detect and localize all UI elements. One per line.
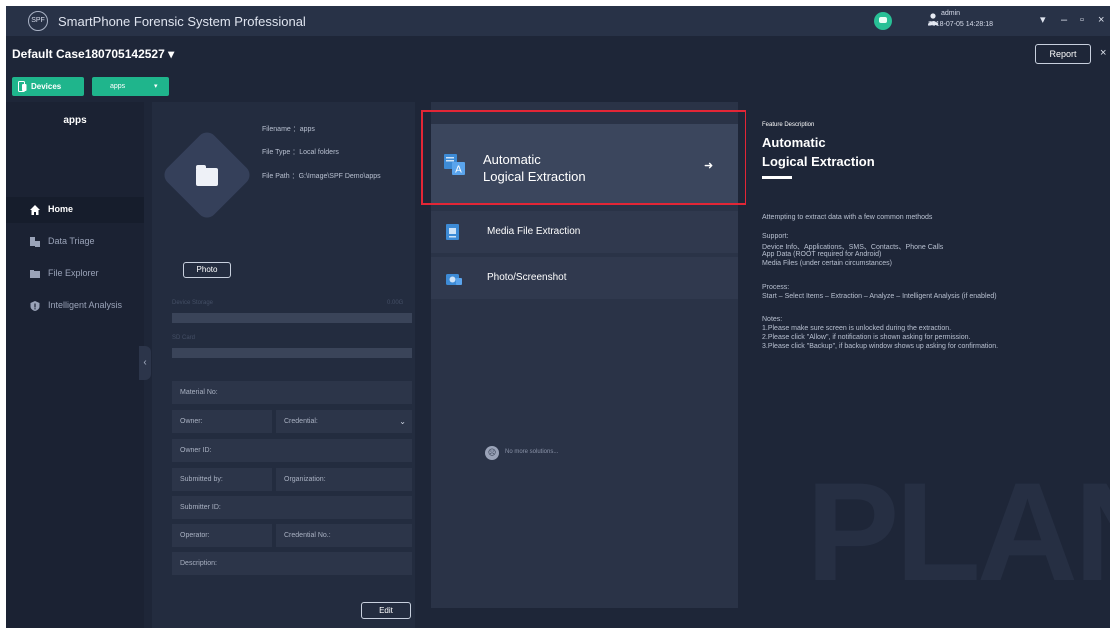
credential-label: Credential:: [284, 418, 318, 425]
filetype-text: File Type ：Local folders: [262, 149, 339, 156]
folder-icon: [196, 165, 218, 186]
process-header: Process:: [762, 284, 790, 291]
photo-screenshot-label: Photo/Screenshot: [487, 272, 567, 283]
notes-header: Notes:: [762, 316, 783, 323]
sidebar-title: apps: [63, 115, 87, 126]
report-button[interactable]: Report: [1035, 44, 1091, 64]
app-title: SmartPhone Forensic System Professional: [58, 14, 306, 29]
operator-field[interactable]: Operator:: [172, 524, 272, 547]
photo-button[interactable]: Photo: [183, 262, 231, 278]
note-line: 1.Please make sure screen is unlocked du…: [762, 325, 952, 332]
edit-button[interactable]: Edit: [361, 602, 411, 619]
feature-title-line1: Automatic: [762, 135, 826, 150]
chat-icon[interactable]: [874, 12, 892, 30]
filename-text: Filename ：apps: [262, 126, 315, 133]
apps-tab[interactable]: apps ▾: [92, 77, 169, 96]
close-case-button[interactable]: ×: [1100, 47, 1106, 59]
device-storage-bar: [172, 313, 412, 323]
sd-card-label: SD Card: [172, 335, 196, 341]
apps-tab-label: apps: [110, 83, 126, 90]
restore-button[interactable]: ▫: [1080, 13, 1084, 27]
feature-summary: Attempting to extract data with a few co…: [762, 214, 933, 221]
material-no-field[interactable]: Material No:: [172, 381, 412, 404]
sidebar-item-label: Home: [48, 204, 74, 214]
sidebar-item-label: File Explorer: [48, 268, 99, 278]
media-file-extraction-label: Media File Extraction: [487, 226, 581, 237]
chevron-down-icon: ⌄: [399, 417, 406, 426]
filepath-text: File Path ：G:\Image\SPF Demo\apps: [262, 173, 381, 180]
sad-face-icon: ☹: [485, 446, 499, 460]
media-file-extraction-button[interactable]: Media File Extraction: [431, 211, 738, 253]
media-file-icon: [446, 224, 459, 240]
devices-icon: [18, 81, 27, 92]
app-window: SPF SmartPhone Forensic System Professio…: [6, 6, 1110, 628]
collapse-sidebar-button[interactable]: ‹: [139, 346, 151, 380]
sidebar-item-file-explorer[interactable]: File Explorer: [6, 261, 144, 287]
owner-id-field[interactable]: Owner ID:: [172, 439, 412, 462]
sidebar-item-intelligent-analysis[interactable]: Intelligent Analysis: [6, 293, 144, 319]
case-dropdown-icon[interactable]: ▾: [168, 47, 174, 61]
feature-description-caption: Feature Description: [762, 122, 815, 128]
no-solutions-text: No more solutions...: [505, 449, 559, 455]
device-storage-label: Device Storage: [172, 300, 214, 306]
support-line: App Data (ROOT required for Android): [762, 251, 882, 258]
case-name: Default Case180705142527: [12, 47, 165, 61]
note-line: 2.Please click "Allow", if notification …: [762, 334, 971, 341]
submitted-by-field[interactable]: Submitted by:: [172, 468, 272, 491]
organization-field[interactable]: Organization:: [276, 468, 412, 491]
sidebar-item-label: Data Triage: [48, 236, 95, 246]
plan-watermark: PLAN: [806, 453, 1110, 610]
sidebar-item-home[interactable]: Home: [6, 197, 144, 223]
feature-description-panel: PLAN Feature Description Automatic Logic…: [746, 102, 1110, 628]
triage-icon: [30, 237, 40, 247]
device-storage-value: 0.00G: [387, 300, 404, 306]
process-text: Start – Select Items – Extraction – Anal…: [762, 293, 997, 300]
case-title[interactable]: Default Case180705142527 ▾: [12, 47, 174, 61]
sidebar: apps Home Data Triage File Explorer Inte…: [6, 102, 144, 628]
feature-title-line2: Logical Extraction: [762, 154, 875, 169]
title-bar: SPF SmartPhone Forensic System Professio…: [6, 6, 1110, 36]
sd-card-bar: [172, 348, 412, 358]
folder-icon: [30, 270, 40, 278]
sidebar-item-label: Intelligent Analysis: [48, 300, 123, 310]
device-info-panel: Filename ：apps File Type ：Local folders …: [152, 102, 415, 628]
case-bar: Default Case180705142527 ▾ Report ×: [6, 36, 1110, 72]
title-underline: [762, 176, 792, 179]
note-line: 3.Please click "Backup", if backup windo…: [762, 343, 999, 350]
credential-select[interactable]: Credential: ⌄: [276, 410, 412, 433]
device-tab-bar: Devices apps ▾: [6, 72, 1110, 102]
owner-field[interactable]: Owner:: [172, 410, 272, 433]
analysis-icon: [30, 301, 40, 311]
description-field[interactable]: Description:: [172, 552, 412, 575]
close-button[interactable]: ×: [1098, 13, 1104, 27]
camera-icon: [446, 274, 462, 285]
app-logo: SPF: [28, 11, 48, 31]
user-name: admin: [941, 10, 961, 17]
home-icon: [30, 205, 40, 215]
chevron-down-icon[interactable]: ▾: [154, 77, 158, 96]
support-line: Media Files (under certain circumstances…: [762, 260, 892, 267]
support-header: Support:: [762, 233, 789, 240]
window-menu-button[interactable]: ▾: [1040, 13, 1046, 27]
user-datetime: 2018-07-05 14:28:18: [928, 21, 993, 28]
devices-button[interactable]: Devices: [12, 77, 84, 96]
minimize-button[interactable]: –: [1061, 13, 1067, 27]
photo-screenshot-button[interactable]: Photo/Screenshot: [431, 257, 738, 299]
sidebar-item-data-triage[interactable]: Data Triage: [6, 229, 144, 255]
credential-no-field[interactable]: Credential No.:: [276, 524, 412, 547]
devices-label: Devices: [31, 82, 62, 91]
submitter-id-field[interactable]: Submitter ID:: [172, 496, 412, 519]
selection-highlight: [421, 110, 747, 205]
